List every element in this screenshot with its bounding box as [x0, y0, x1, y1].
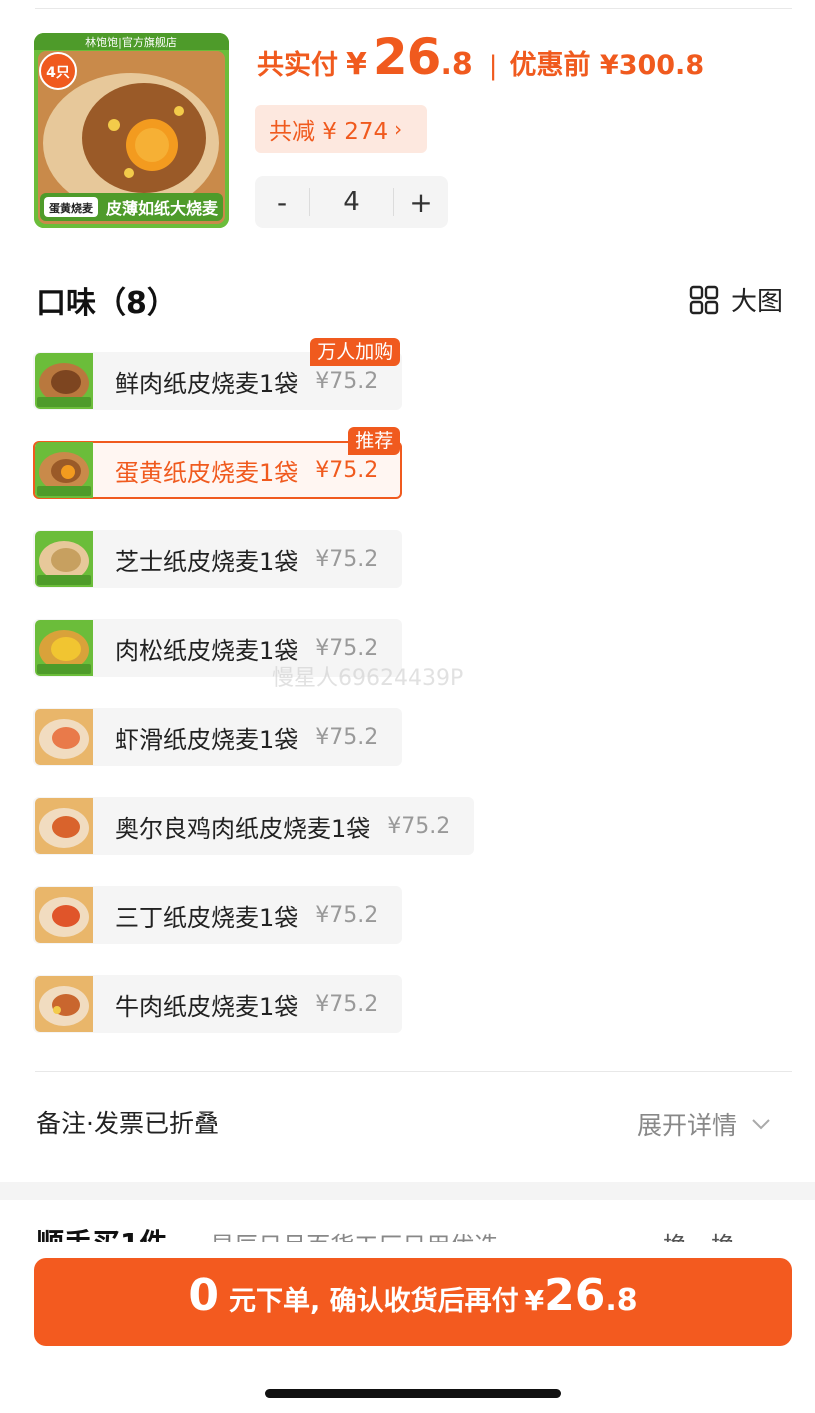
- flavor-option-shrimp[interactable]: 虾滑纸皮烧麦1袋 ¥75.2: [33, 708, 403, 766]
- increment-button[interactable]: +: [394, 186, 448, 219]
- cta-amount-decimal: .8: [605, 1283, 638, 1318]
- flavor-name: 鲜肉纸皮烧麦1袋: [115, 369, 299, 398]
- flavor-price: ¥75.2: [315, 902, 379, 928]
- price-separator: |: [488, 51, 498, 81]
- flavor-price: ¥75.2: [315, 724, 379, 750]
- addon-title: 顺手买1件: [36, 1222, 167, 1242]
- section-divider: [35, 1071, 792, 1072]
- expand-details-label: 展开详情: [637, 1111, 738, 1140]
- flavor-price: ¥75.2: [315, 457, 379, 483]
- product-flavor-tag: 蛋黄烧麦: [49, 201, 94, 215]
- flavor-thumbnail: [35, 709, 93, 765]
- addon-section: 顺手买1件 · 星辰日月百货工厂日用优选 换一换: [0, 1200, 815, 1242]
- flavor-badge: 推荐: [348, 427, 401, 455]
- flavor-name: 肉松纸皮烧麦1袋: [115, 636, 299, 665]
- flavor-name: 虾滑纸皮烧麦1袋: [115, 725, 299, 754]
- cta-amount-integer: 26: [544, 1270, 606, 1321]
- expand-details-button[interactable]: 展开详情: [637, 1106, 771, 1142]
- flavor-thumbnail: [35, 976, 93, 1032]
- flavor-thumbnail: [35, 442, 93, 498]
- quantity-value[interactable]: 4: [309, 188, 394, 216]
- flavor-name: 芝士纸皮烧麦1袋: [115, 547, 299, 576]
- cta-zero: 0: [188, 1270, 219, 1321]
- product-image-art: 林饱饱|官方旗舰店 4只 蛋黄烧麦 皮薄如纸大烧麦: [34, 33, 229, 228]
- flavor-price: ¥75.2: [315, 546, 379, 572]
- product-slogan: 皮薄如纸大烧麦: [105, 199, 219, 218]
- product-count-badge: 4只: [46, 65, 70, 81]
- addon-subtitle: · 星辰日月百货工厂日用优选: [195, 1226, 498, 1242]
- decrement-button[interactable]: -: [255, 186, 309, 219]
- flavor-section-title: 口味（8）: [36, 286, 177, 321]
- product-image[interactable]: 林饱饱|官方旗舰店 4只 蛋黄烧麦 皮薄如纸大烧麦: [34, 33, 229, 228]
- flavor-price: ¥75.2: [315, 991, 379, 1017]
- pay-amount-integer: 26: [372, 28, 442, 86]
- pay-label: 共实付: [257, 50, 338, 81]
- flavor-option-three-diced[interactable]: 三丁纸皮烧麦1袋 ¥75.2: [33, 886, 403, 944]
- section-separator-band: [0, 1182, 815, 1200]
- flavor-name: 三丁纸皮烧麦1袋: [115, 903, 299, 932]
- pay-currency: ¥: [346, 47, 367, 82]
- discount-label: 共减 ¥ 274: [269, 119, 389, 145]
- flavor-option-orleans-chicken[interactable]: 奥尔良鸡肉纸皮烧麦1袋 ¥75.2: [33, 797, 475, 855]
- chevron-right-icon: ›: [394, 117, 403, 141]
- flavor-thumbnail: [35, 620, 93, 676]
- flavor-name: 牛肉纸皮烧麦1袋: [115, 992, 299, 1021]
- flavor-price: ¥75.2: [315, 635, 379, 661]
- flavor-option-egg-yolk[interactable]: 蛋黄纸皮烧麦1袋 ¥75.2 推荐: [33, 427, 403, 499]
- flavor-badge: 万人加购: [310, 338, 401, 366]
- cta-currency: ¥: [524, 1284, 545, 1317]
- flavor-option-cheese[interactable]: 芝士纸皮烧麦1袋 ¥75.2: [33, 530, 403, 588]
- chevron-down-icon: [752, 1119, 770, 1130]
- cta-text: 元下单, 确认收货后再付: [228, 1286, 519, 1317]
- flavor-thumbnail: [35, 798, 93, 854]
- flavor-price: ¥75.2: [315, 368, 379, 394]
- remark-invoice-label: 备注·发票已折叠: [36, 1109, 219, 1138]
- flavor-option-beef[interactable]: 牛肉纸皮烧麦1袋 ¥75.2: [33, 975, 403, 1033]
- discount-detail-button[interactable]: 共减 ¥ 274 ›: [255, 105, 427, 153]
- flavor-thumbnail: [35, 887, 93, 943]
- price-before-discount: 优惠前 ¥300.8: [509, 50, 705, 81]
- home-indicator[interactable]: [265, 1389, 561, 1398]
- top-divider: [35, 8, 792, 9]
- flavor-thumbnail: [35, 353, 93, 409]
- flavor-price: ¥75.2: [387, 813, 451, 839]
- price-summary: 共实付 ¥ 26 .8 | 优惠前 ¥300.8: [257, 28, 704, 98]
- place-order-button[interactable]: 0 元下单, 确认收货后再付 ¥ 26 .8: [34, 1258, 792, 1346]
- flavor-name: 奥尔良鸡肉纸皮烧麦1袋: [115, 814, 371, 843]
- big-view-toggle[interactable]: 大图: [689, 281, 783, 318]
- flavor-name: 蛋黄纸皮烧麦1袋: [115, 458, 299, 487]
- swap-button[interactable]: 换一换: [663, 1226, 735, 1242]
- product-brand-text: 林饱饱|官方旗舰店: [85, 35, 177, 49]
- flavor-thumbnail: [35, 531, 93, 587]
- quantity-stepper[interactable]: - 4 +: [255, 176, 448, 228]
- pay-amount-decimal: .8: [440, 47, 473, 82]
- grid-icon: [689, 285, 719, 314]
- big-view-label: 大图: [731, 287, 784, 317]
- flavor-option-fresh-meat[interactable]: 鲜肉纸皮烧麦1袋 ¥75.2 万人加购: [33, 338, 403, 410]
- watermark: 慢星人69624439P: [272, 666, 464, 691]
